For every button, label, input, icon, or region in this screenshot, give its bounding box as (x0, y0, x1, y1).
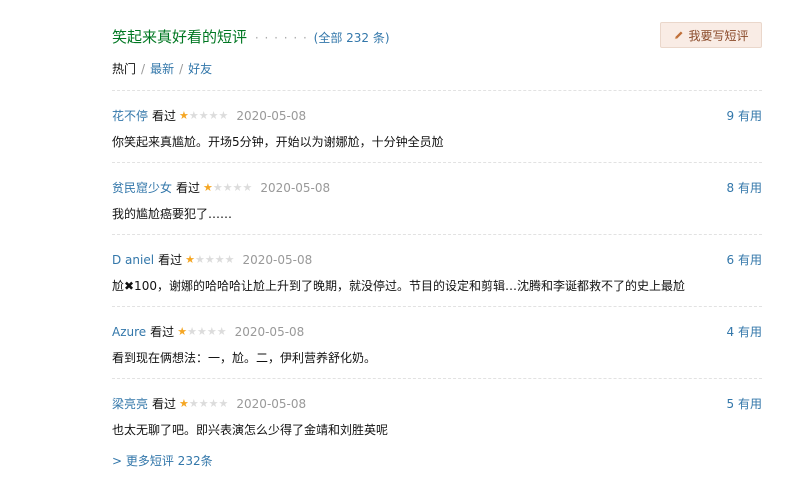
comment-item: 贫民窟少女 看过 ★ ★ ★ ★ ★ 2020-05-08 8 有用 我的尴尬癌要犯了…… (112, 162, 762, 234)
comment-status: 看过 (158, 253, 183, 267)
star-icon: ★ (208, 397, 219, 410)
star-icon: ★ (232, 181, 243, 194)
comment-user[interactable]: 梁亮亮 (112, 395, 148, 412)
pencil-icon (675, 30, 684, 39)
tab-0[interactable]: 热门 (112, 62, 136, 76)
comment-status: 看过 (176, 181, 201, 195)
useful-votes[interactable]: 5 有用 (727, 395, 762, 412)
comment-meta: 梁亮亮 看过 ★ ★ ★ ★ ★ 2020-05-08 (112, 395, 306, 412)
star-icon: ★ (177, 325, 188, 338)
section-header: 笑起来真好看的短评 · · · · · · (全部 232 条) 我要写短评 (112, 0, 762, 52)
comment-user[interactable]: 花不停 (112, 107, 148, 124)
comment-content: 你笑起来真尴尬。开场5分钟，开始以为谢娜尬，十分钟全员尬 (112, 135, 444, 149)
section-title: 笑起来真好看的短评 (112, 28, 248, 46)
star-icon: ★ (198, 397, 209, 410)
star-icon: ★ (214, 253, 225, 266)
comment-date: 2020-05-08 (234, 324, 305, 339)
tab-1[interactable]: 最新 (150, 62, 174, 76)
tab-separator: / (141, 62, 146, 76)
star-icon: ★ (218, 109, 229, 122)
star-icon: ★ (188, 397, 199, 410)
rating-stars: ★ ★ ★ ★ ★ (177, 326, 226, 337)
useful-votes[interactable]: 4 有用 (727, 323, 762, 340)
rating-stars: ★ ★ ★ ★ ★ (179, 110, 228, 121)
comment-user[interactable]: 贫民窟少女 (112, 179, 172, 196)
comment-item: D aniel 看过 ★ ★ ★ ★ ★ 2020-05-08 6 有用 尬✖100，谢娜的哈哈哈… (112, 234, 762, 306)
star-icon: ★ (206, 325, 217, 338)
comments-section: 笑起来真好看的短评 · · · · · · (全部 232 条) 我要写短评 热… (112, 0, 762, 437)
comment-item: 花不停 看过 ★ ★ ★ ★ ★ 2020-05-08 9 有用 你笑起来真尴尬。开场5分钟，开始… (112, 90, 762, 162)
write-comment-button[interactable]: 我要写短评 (660, 22, 762, 48)
comment-user[interactable]: Azure (112, 325, 146, 339)
star-icon: ★ (187, 325, 197, 338)
star-icon: ★ (196, 325, 207, 338)
useful-votes[interactable]: 8 有用 (727, 179, 762, 196)
comment-status: 看过 (152, 109, 177, 123)
title-dots: · · · · · · (254, 31, 308, 45)
title-line: 笑起来真好看的短评 · · · · · · (全部 232 条) (112, 26, 390, 47)
comment-meta: 花不停 看过 ★ ★ ★ ★ ★ 2020-05-08 (112, 107, 306, 124)
sort-tabs: 热门 / 最新 / 好友 (112, 60, 212, 77)
star-icon: ★ (216, 325, 227, 338)
comment-item: Azure 看过 ★ ★ ★ ★ ★ 2020-05-08 4 有用 看到现在俩想法：一，尬。二，… (112, 306, 762, 378)
write-comment-label: 我要写短评 (688, 28, 749, 43)
comment-status: 看过 (152, 397, 177, 411)
star-icon: ★ (222, 181, 233, 194)
comment-date: 2020-05-08 (260, 180, 331, 195)
comment-user[interactable]: D aniel (112, 253, 154, 267)
useful-votes[interactable]: 9 有用 (727, 107, 762, 124)
star-icon: ★ (188, 109, 199, 122)
tab-2[interactable]: 好友 (188, 62, 212, 76)
comment-item: 梁亮亮 看过 ★ ★ ★ ★ ★ 2020-05-08 5 有用 也太无聊了吧。即兴表演怎么少得了… (112, 378, 762, 450)
star-icon: ★ (218, 397, 229, 410)
rating-stars: ★ ★ ★ ★ ★ (185, 254, 234, 265)
star-icon: ★ (179, 109, 189, 122)
comment-content: 尬✖100，谢娜的哈哈哈让尬上升到了晚期，就没停过。节目的设定和剪辑…沈腾和李诞… (112, 279, 685, 293)
comment-meta: 贫民窟少女 看过 ★ ★ ★ ★ ★ 2020-05-08 (112, 179, 330, 196)
comment-list: 花不停 看过 ★ ★ ★ ★ ★ 2020-05-08 9 有用 你笑起来真尴尬。开场5分钟，开始… (112, 90, 762, 450)
comment-meta: Azure 看过 ★ ★ ★ ★ ★ 2020-05-08 (112, 323, 304, 340)
comment-content: 也太无聊了吧。即兴表演怎么少得了金靖和刘胜英呢 (112, 423, 389, 437)
star-icon: ★ (194, 253, 205, 266)
star-icon: ★ (198, 109, 209, 122)
more-comments-link[interactable]: > 更多短评 232条 (112, 452, 213, 469)
comment-content: 我的尴尬癌要犯了…… (112, 207, 233, 221)
star-icon: ★ (204, 253, 215, 266)
star-icon: ★ (208, 109, 219, 122)
tab-separator: / (179, 62, 184, 76)
all-suffix: ) (384, 31, 390, 45)
star-icon: ★ (212, 181, 223, 194)
star-icon: ★ (203, 181, 213, 194)
star-icon: ★ (179, 397, 189, 410)
rating-stars: ★ ★ ★ ★ ★ (179, 398, 228, 409)
comment-date: 2020-05-08 (242, 252, 313, 267)
comment-meta: D aniel 看过 ★ ★ ★ ★ ★ 2020-05-08 (112, 251, 312, 268)
all-count-label: 全部 232 条 (318, 31, 385, 45)
star-icon: ★ (242, 181, 253, 194)
comment-date: 2020-05-08 (236, 108, 307, 123)
rating-stars: ★ ★ ★ ★ ★ (203, 182, 252, 193)
comment-status: 看过 (150, 325, 175, 339)
useful-votes[interactable]: 6 有用 (727, 251, 762, 268)
all-comments-link[interactable]: (全部 232 条) (314, 31, 390, 45)
comment-date: 2020-05-08 (236, 396, 307, 411)
star-icon: ★ (185, 253, 195, 266)
star-icon: ★ (224, 253, 235, 266)
comment-content: 看到现在俩想法：一，尬。二，伊利营养舒化奶。 (112, 351, 377, 365)
